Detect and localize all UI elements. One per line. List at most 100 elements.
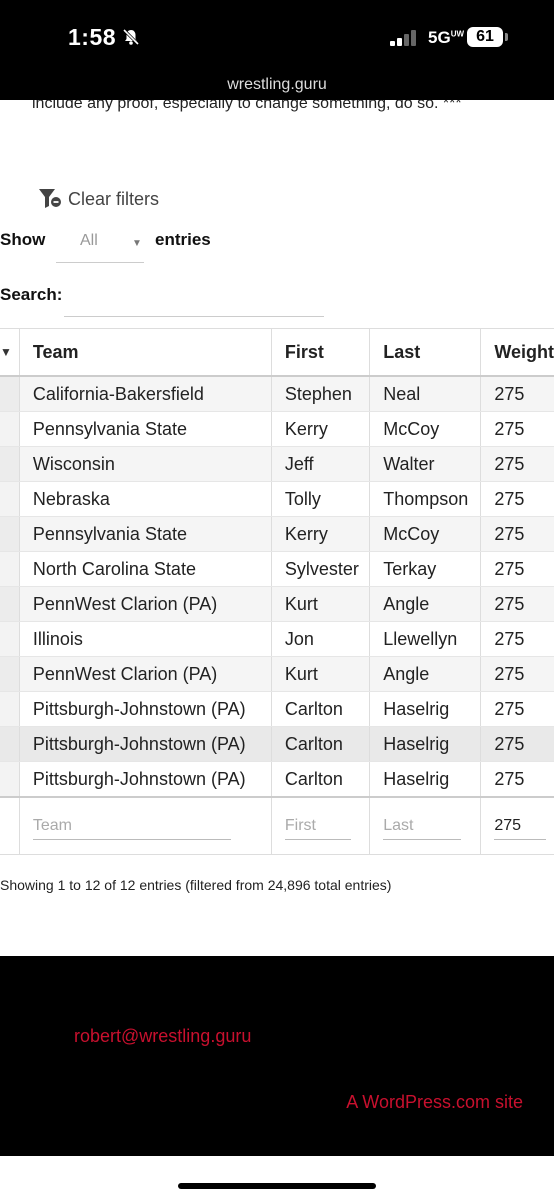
- entries-label: entries: [155, 230, 211, 249]
- wordpress-credit-link[interactable]: A WordPress.com site: [346, 1092, 523, 1113]
- cell-team: Pittsburgh-Johnstown (PA): [19, 726, 272, 762]
- search-input[interactable]: [64, 282, 324, 317]
- filter-team-cell: [19, 796, 272, 855]
- cell-weight: 275: [480, 411, 554, 447]
- cell-first: Kerry: [271, 516, 371, 552]
- cell-first: Kurt: [271, 656, 371, 692]
- cell-first: Jeff: [271, 446, 371, 482]
- page-url[interactable]: wrestling.guru: [0, 76, 554, 94]
- row-control: [0, 516, 20, 552]
- column-header-first[interactable]: First: [271, 328, 371, 377]
- row-control: [0, 586, 20, 622]
- cell-first: Stephen: [271, 376, 371, 412]
- cell-weight: 275: [480, 481, 554, 517]
- battery-icon: 61: [467, 27, 503, 47]
- cell-last: Haselrig: [369, 726, 482, 762]
- table-row: Pittsburgh-Johnstown (PA) Carlton Haselrig…: [0, 691, 554, 727]
- table-row: Pittsburgh-Johnstown (PA) Carlton Haselrig…: [0, 761, 554, 798]
- cell-last: McCoy: [369, 411, 482, 447]
- column-filter-row: [0, 796, 554, 855]
- home-indicator[interactable]: [178, 1183, 376, 1189]
- cell-team: Wisconsin: [19, 446, 272, 482]
- cell-last: Thompson: [369, 481, 482, 517]
- row-control: [0, 376, 20, 412]
- filter-clear-icon: [39, 189, 61, 208]
- show-label: Show: [0, 230, 46, 249]
- cell-weight: 275: [480, 691, 554, 727]
- cell-last: Neal: [369, 376, 482, 412]
- row-control: [0, 411, 20, 447]
- status-time: 1:58: [68, 24, 117, 50]
- network-indicator: 5GUW: [428, 28, 465, 47]
- table-row: PennWest Clarion (PA) Kurt Angle 275: [0, 586, 554, 622]
- sort-indicator-icon[interactable]: ▼: [0, 328, 20, 377]
- column-header-weight[interactable]: Weight: [480, 328, 554, 377]
- site-footer: robert@wrestling.guru A WordPress.com si…: [0, 956, 554, 1156]
- status-bar: 1:58 5GUW 61 wrestling.guru: [0, 0, 554, 100]
- cell-weight: 275: [480, 446, 554, 482]
- table-row: Pennsylvania State Kerry McCoy 275: [0, 516, 554, 552]
- table-row: Pittsburgh-Johnstown (PA) Carlton Haselrig…: [0, 726, 554, 762]
- row-control: [0, 621, 20, 657]
- entries-select-value: All: [80, 232, 98, 249]
- contact-email-link[interactable]: robert@wrestling.guru: [74, 1026, 251, 1047]
- table-row: Wisconsin Jeff Walter 275: [0, 446, 554, 482]
- cell-weight: 275: [480, 621, 554, 657]
- cell-team: North Carolina State: [19, 551, 272, 587]
- battery-nub: [505, 33, 508, 41]
- filter-weight-input[interactable]: [494, 812, 547, 840]
- cell-weight: 275: [480, 726, 554, 762]
- table-row: Illinois Jon Llewellyn 275: [0, 621, 554, 657]
- cell-team: PennWest Clarion (PA): [19, 586, 272, 622]
- cell-team: Pennsylvania State: [19, 516, 272, 552]
- cell-last: Llewellyn: [369, 621, 482, 657]
- clear-filters-button[interactable]: Clear filters: [38, 188, 159, 210]
- clear-filters-label: Clear filters: [68, 188, 160, 209]
- column-header-last[interactable]: Last: [369, 328, 482, 377]
- filter-last-cell: [369, 796, 482, 855]
- row-control: [0, 761, 20, 798]
- table-row: Pennsylvania State Kerry McCoy 275: [0, 411, 554, 447]
- search-label: Search:: [0, 285, 63, 304]
- silent-bell-icon: [122, 28, 140, 46]
- cell-team: Pennsylvania State: [19, 411, 272, 447]
- cell-last: McCoy: [369, 516, 482, 552]
- table-info: Showing 1 to 12 of 12 entries (filtered …: [0, 877, 392, 893]
- row-control: [0, 691, 20, 727]
- table-row: PennWest Clarion (PA) Kurt Angle 275: [0, 656, 554, 692]
- filter-first-cell: [271, 796, 371, 855]
- cell-team: Pittsburgh-Johnstown (PA): [19, 761, 272, 798]
- cell-last: Walter: [369, 446, 482, 482]
- cell-weight: 275: [480, 516, 554, 552]
- cell-first: Jon: [271, 621, 371, 657]
- chevron-down-icon: ▼: [132, 238, 142, 249]
- filter-spacer: [0, 796, 20, 855]
- cell-last: Terkay: [369, 551, 482, 587]
- table-row: Nebraska Tolly Thompson 275: [0, 481, 554, 517]
- cell-weight: 275: [480, 656, 554, 692]
- row-control: [0, 446, 20, 482]
- cell-last: Haselrig: [369, 761, 482, 798]
- results-table: ▼ Team First Last Weight California-Bake…: [0, 328, 554, 855]
- cell-first: Tolly: [271, 481, 371, 517]
- cell-last: Angle: [369, 656, 482, 692]
- cell-weight: 275: [480, 761, 554, 798]
- cell-last: Angle: [369, 586, 482, 622]
- cell-first: Sylvester: [271, 551, 371, 587]
- filter-first-input[interactable]: [284, 812, 351, 840]
- entries-select[interactable]: All ▼: [56, 222, 144, 263]
- cell-team: California-Bakersfield: [19, 376, 272, 412]
- filter-last-input[interactable]: [383, 812, 462, 840]
- row-control: [0, 656, 20, 692]
- row-control: [0, 726, 20, 762]
- column-header-team[interactable]: Team: [19, 328, 272, 377]
- cell-team: PennWest Clarion (PA): [19, 656, 272, 692]
- cell-team: Pittsburgh-Johnstown (PA): [19, 691, 272, 727]
- table-row: California-Bakersfield Stephen Neal 275: [0, 376, 554, 412]
- cell-team: Illinois: [19, 621, 272, 657]
- cell-first: Carlton: [271, 726, 371, 762]
- cell-first: Carlton: [271, 691, 371, 727]
- cell-weight: 275: [480, 376, 554, 412]
- filter-team-input[interactable]: [32, 812, 231, 840]
- cell-last: Haselrig: [369, 691, 482, 727]
